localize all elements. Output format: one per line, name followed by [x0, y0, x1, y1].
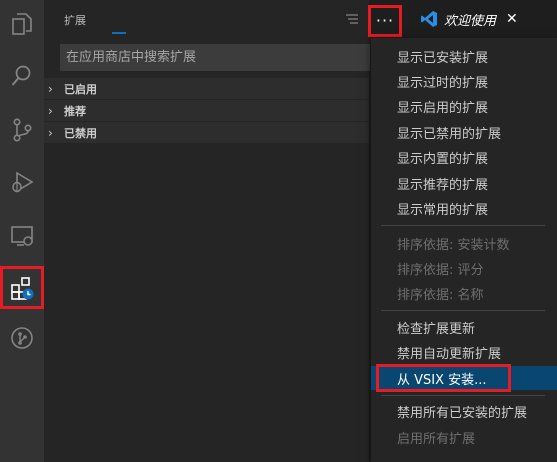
search-icon[interactable]	[0, 54, 44, 98]
menu-item-enable-all: 启用所有扩展	[397, 431, 476, 447]
menu-item-show-enabled[interactable]: 显示启用的扩展	[371, 94, 557, 118]
chevron-right-icon: ›	[48, 125, 53, 140]
section-label: 已启用	[64, 82, 97, 96]
section-enabled[interactable]: › 已启用	[44, 78, 369, 99]
menu-item-check-updates[interactable]: 检查扩展更新	[371, 315, 557, 339]
menu-item-show-popular[interactable]: 显示常用的扩展	[371, 196, 557, 220]
menu-item-disable-all[interactable]: 禁用所有已安装的扩展	[371, 399, 557, 423]
close-icon[interactable]: ✕	[506, 11, 518, 27]
section-label: 推荐	[64, 104, 86, 118]
more-actions-button[interactable]: ···	[369, 6, 401, 34]
activity-bar	[0, 0, 44, 462]
menu-item-sort-installs: 排序依据: 安装计数	[397, 237, 510, 253]
menu-item-disable-auto-update[interactable]: 禁用自动更新扩展	[371, 340, 557, 364]
explorer-icon[interactable]	[0, 2, 44, 46]
menu-item-install-from-vsix[interactable]: 从 VSIX 安装...	[371, 366, 557, 390]
section-disabled[interactable]: › 已禁用	[44, 122, 369, 143]
section-recommended[interactable]: › 推荐	[44, 100, 369, 121]
tab-label: 欢迎使用	[444, 13, 497, 29]
menu-separator	[381, 225, 545, 226]
tab-welcome[interactable]: 欢迎使用 ✕	[410, 0, 530, 38]
extensions-icon[interactable]	[0, 266, 44, 310]
extensions-sidebar: 扩展 › 已启用 › 推荐 › 已禁用	[44, 0, 370, 462]
sidebar-title: 扩展	[64, 14, 86, 27]
menu-item-sort-rating: 排序依据: 评分	[397, 262, 484, 278]
filter-icon[interactable]	[344, 11, 360, 31]
vscode-logo-icon	[420, 10, 438, 28]
chevron-right-icon: ›	[48, 103, 53, 118]
extensions-search-input[interactable]	[60, 44, 370, 71]
menu-item-show-outdated[interactable]: 显示过时的扩展	[371, 69, 557, 93]
menu-item-show-recommended[interactable]: 显示推荐的扩展	[371, 171, 557, 195]
git-graph-icon[interactable]	[0, 316, 44, 360]
more-actions-menu: 显示已安装扩展 显示过时的扩展 显示启用的扩展 显示已禁用的扩展 显示内置的扩展…	[371, 38, 557, 462]
menu-item-show-builtin[interactable]: 显示内置的扩展	[371, 145, 557, 169]
chevron-right-icon: ›	[48, 81, 53, 96]
source-control-icon[interactable]	[0, 108, 44, 152]
title-underline	[112, 32, 126, 34]
run-debug-icon[interactable]	[0, 160, 44, 204]
section-label: 已禁用	[64, 126, 97, 140]
menu-separator	[381, 395, 545, 396]
menu-item-show-disabled[interactable]: 显示已禁用的扩展	[371, 120, 557, 144]
menu-separator	[381, 310, 545, 311]
menu-item-sort-name: 排序依据: 名称	[397, 287, 484, 303]
remote-explorer-icon[interactable]	[0, 214, 44, 258]
menu-item-show-installed[interactable]: 显示已安装扩展	[371, 44, 557, 68]
